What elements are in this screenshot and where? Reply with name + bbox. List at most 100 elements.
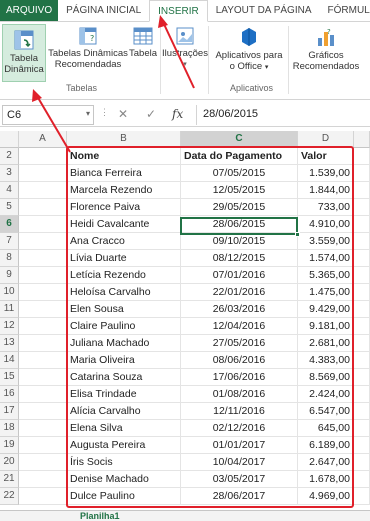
tab-pagina-inicial[interactable]: PÁGINA INICIAL <box>58 0 149 21</box>
tab-layout-da-pagina[interactable]: LAYOUT DA PÁGINA <box>208 0 320 21</box>
row-header-4[interactable]: 4 <box>0 182 19 199</box>
row-header-12[interactable]: 12 <box>0 318 19 335</box>
table-cell[interactable] <box>19 352 67 369</box>
apps-label-2: o Office ▾ <box>229 61 269 72</box>
table-cell[interactable] <box>19 267 67 284</box>
table-cell[interactable] <box>19 369 67 386</box>
header-cell-a[interactable] <box>19 148 67 165</box>
table-button[interactable]: Tabela <box>128 26 158 82</box>
table-cell[interactable] <box>354 318 370 335</box>
name-box[interactable]: C6 ▾ <box>2 105 94 125</box>
row-header-5[interactable]: 5 <box>0 199 19 216</box>
table-cell[interactable] <box>354 386 370 403</box>
table-cell[interactable] <box>354 233 370 250</box>
table-cell[interactable] <box>19 437 67 454</box>
name-box-dropdown-icon[interactable]: ▾ <box>86 109 90 118</box>
table-cell[interactable] <box>19 403 67 420</box>
table-cell[interactable] <box>354 454 370 471</box>
recommended-charts-button[interactable]: ? Gráficos Recomendados <box>290 26 362 82</box>
sheet-tab-planilha1[interactable]: Planilha1 <box>80 511 120 521</box>
more-options-icon: ⋮ <box>100 107 109 117</box>
table-cell[interactable] <box>354 488 370 505</box>
table-cell[interactable] <box>19 250 67 267</box>
table-cell[interactable] <box>354 182 370 199</box>
sheet-tab-bar: Planilha1 <box>0 510 370 521</box>
apps-for-office-button[interactable]: Aplicativos para o Office ▾ <box>212 26 286 82</box>
table-cell[interactable] <box>354 352 370 369</box>
table-cell[interactable] <box>354 250 370 267</box>
name-box-value: C6 <box>7 109 22 121</box>
table-cell[interactable] <box>19 199 67 216</box>
formula-input[interactable]: 28/06/2015 <box>196 105 370 125</box>
table-cell[interactable] <box>354 403 370 420</box>
confirm-icon[interactable]: ✓ <box>146 107 156 121</box>
row-header-18[interactable]: 18 <box>0 420 19 437</box>
table-cell[interactable] <box>354 471 370 488</box>
illustrations-label: Ilustrações <box>162 48 208 59</box>
row-header-9[interactable]: 9 <box>0 267 19 284</box>
row-header-13[interactable]: 13 <box>0 335 19 352</box>
row-header-21[interactable]: 21 <box>0 471 19 488</box>
table-label: Tabela <box>129 48 157 59</box>
row-header-3[interactable]: 3 <box>0 165 19 182</box>
tab-arquivo[interactable]: ARQUIVO <box>0 0 59 21</box>
row-header-16[interactable]: 16 <box>0 386 19 403</box>
pivot-table-button[interactable]: Tabela Dinâmica <box>2 24 46 82</box>
table-cell[interactable] <box>354 216 370 233</box>
ribbon-insert: Tabela Dinâmica ? Tabelas Dinâmicas Reco… <box>0 22 370 100</box>
table-cell[interactable] <box>354 267 370 284</box>
tab-inserir[interactable]: INSERIR <box>149 0 208 22</box>
row-header-6[interactable]: 6 <box>0 216 19 233</box>
table-cell[interactable] <box>354 437 370 454</box>
row-header-11[interactable]: 11 <box>0 301 19 318</box>
svg-text:?: ? <box>327 28 331 36</box>
table-cell[interactable] <box>19 318 67 335</box>
formula-bar: C6 ▾ ⋮ ✕ ✓ fx 28/06/2015 <box>0 103 370 127</box>
group-separator <box>288 26 289 94</box>
table-cell[interactable] <box>19 182 67 199</box>
pivot-table-label-1: Tabela <box>10 53 38 64</box>
table-cell[interactable] <box>19 488 67 505</box>
table-cell[interactable] <box>19 386 67 403</box>
table-cell[interactable] <box>354 335 370 352</box>
column-header-a[interactable]: A <box>19 131 67 148</box>
row-header-2[interactable]: 2 <box>0 148 19 165</box>
table-cell[interactable] <box>354 301 370 318</box>
header-cell-e[interactable] <box>354 148 370 165</box>
table-cell[interactable] <box>19 335 67 352</box>
table-cell[interactable] <box>19 233 67 250</box>
row-header-22[interactable]: 22 <box>0 488 19 505</box>
row-header-19[interactable]: 19 <box>0 437 19 454</box>
svg-text:?: ? <box>90 34 94 43</box>
recommended-pivot-tables-button[interactable]: ? Tabelas Dinâmicas Recomendadas <box>48 26 128 82</box>
row-header-14[interactable]: 14 <box>0 352 19 369</box>
table-cell[interactable] <box>19 454 67 471</box>
row-header-20[interactable]: 20 <box>0 454 19 471</box>
table-cell[interactable] <box>354 420 370 437</box>
table-cell[interactable] <box>19 165 67 182</box>
table-cell[interactable] <box>354 369 370 386</box>
table-cell[interactable] <box>354 165 370 182</box>
table-cell[interactable] <box>19 284 67 301</box>
table-cell[interactable] <box>19 420 67 437</box>
column-header-e[interactable] <box>354 131 370 148</box>
apps-dropdown-icon: ▾ <box>264 64 269 71</box>
insert-function-icon[interactable]: fx <box>172 107 183 121</box>
cancel-icon[interactable]: ✕ <box>118 107 128 121</box>
pivot-table-label-2: Dinâmica <box>4 64 44 75</box>
row-header-8[interactable]: 8 <box>0 250 19 267</box>
tab-formulas[interactable]: FÓRMULAS <box>320 0 370 21</box>
table-cell[interactable] <box>19 301 67 318</box>
illustrations-button[interactable]: Ilustrações ▾ <box>162 26 208 82</box>
corner-select-all[interactable] <box>0 131 19 148</box>
row-header-17[interactable]: 17 <box>0 403 19 420</box>
rec-pivot-label-1: Tabelas Dinâmicas <box>48 48 128 59</box>
row-header-15[interactable]: 15 <box>0 369 19 386</box>
table-cell[interactable] <box>354 199 370 216</box>
table-cell[interactable] <box>19 471 67 488</box>
row-header-7[interactable]: 7 <box>0 233 19 250</box>
table-cell[interactable] <box>19 216 67 233</box>
pivot-table-icon <box>14 30 34 50</box>
table-cell[interactable] <box>354 284 370 301</box>
row-header-10[interactable]: 10 <box>0 284 19 301</box>
